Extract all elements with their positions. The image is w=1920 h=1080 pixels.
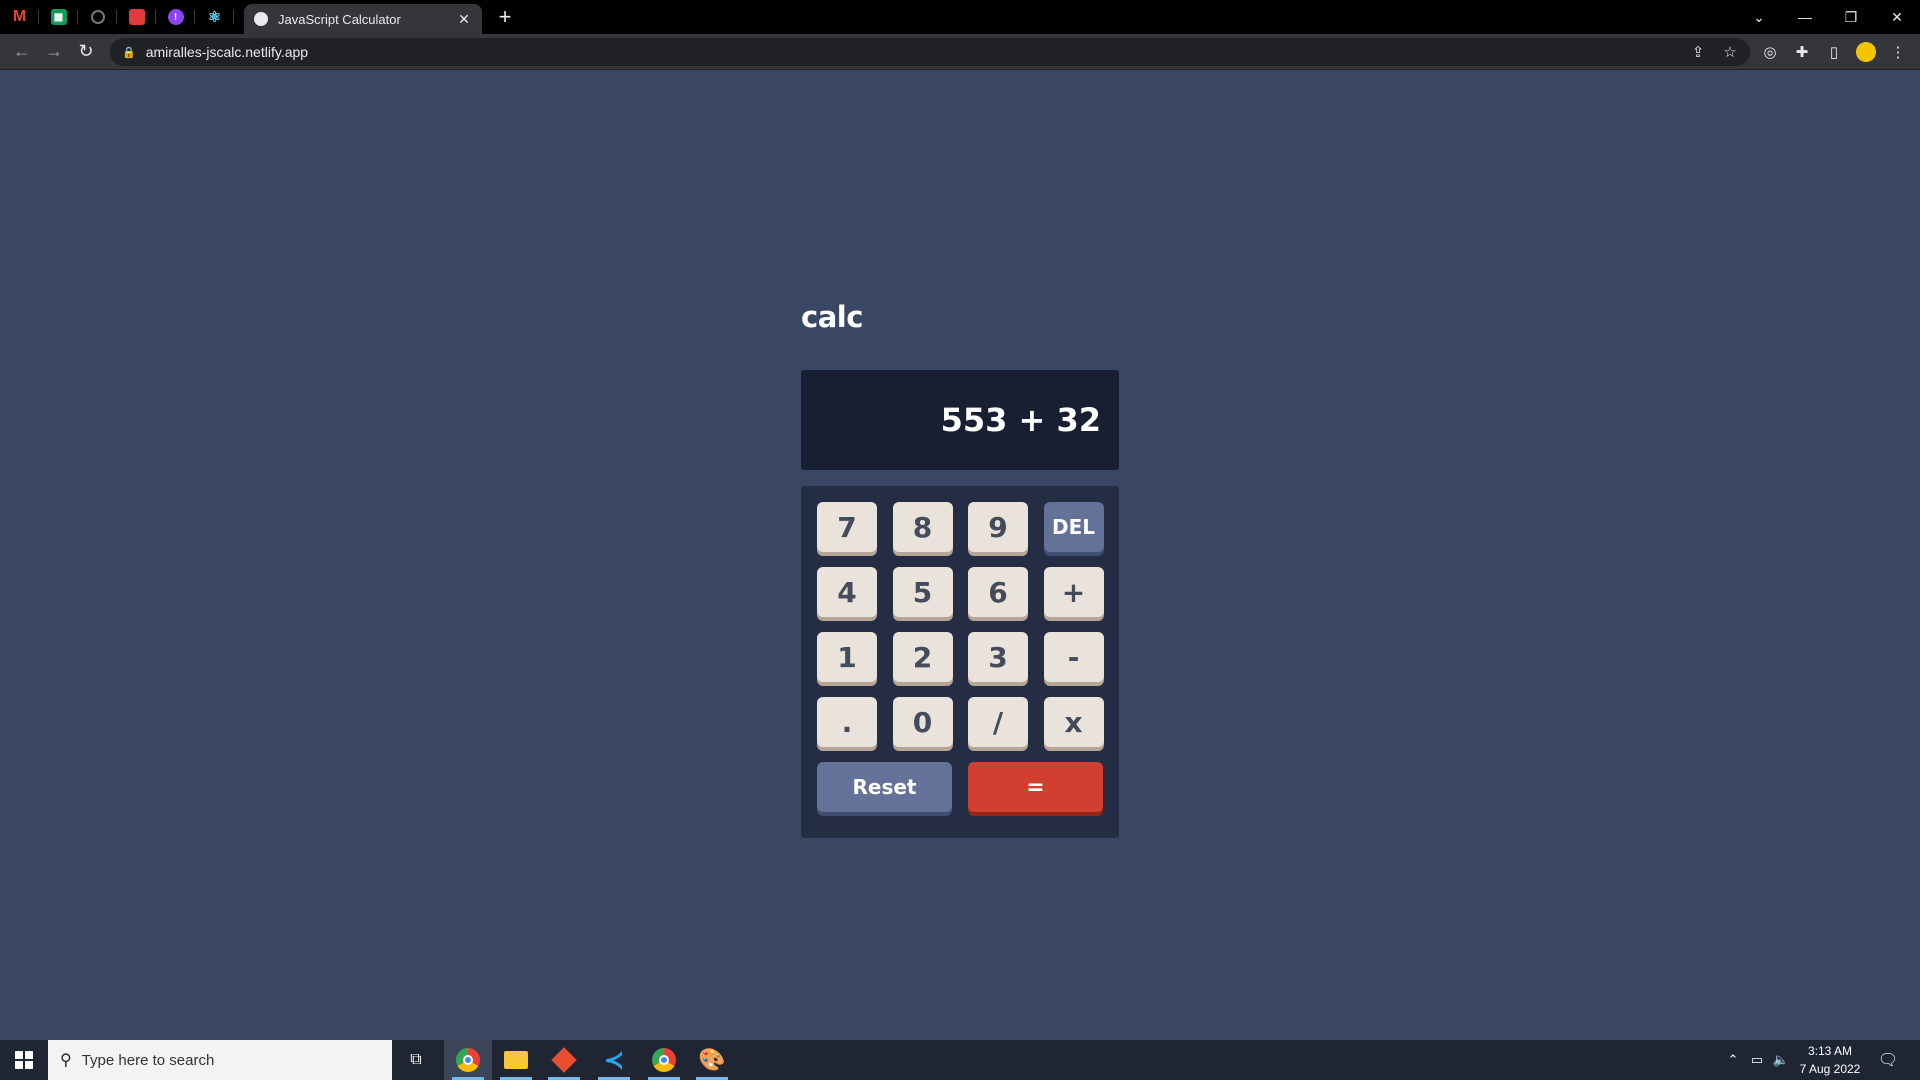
pinned-tab-github[interactable] (78, 0, 117, 34)
close-window-button[interactable]: ✕ (1874, 0, 1920, 34)
minimize-button[interactable]: — (1782, 0, 1828, 34)
key-2[interactable]: 2 (892, 632, 953, 682)
back-button[interactable]: ← (6, 36, 38, 68)
chrome-profile-icon (652, 1048, 676, 1072)
git-diamond-icon (551, 1047, 577, 1073)
vscode-icon: ≺ (603, 1046, 625, 1074)
restore-button[interactable]: ❐ (1828, 0, 1874, 34)
close-tab-icon[interactable]: ✕ (456, 11, 472, 27)
key-6[interactable]: 6 (968, 567, 1028, 617)
taskbar-clock[interactable]: 3:13 AM 7 Aug 2022 (1792, 1042, 1868, 1078)
notifications-icon[interactable]: 🗨 (1874, 1040, 1902, 1080)
globe-icon (254, 12, 268, 26)
taskbar-search-box[interactable]: ⚲ Type here to search (48, 1040, 392, 1080)
sheets-icon: ▦ (50, 9, 67, 25)
key-decimal[interactable]: . (817, 697, 877, 747)
equals-button[interactable]: = (968, 762, 1103, 812)
windows-logo-icon (15, 1051, 33, 1069)
taskbar-vscode[interactable]: ≺ (590, 1040, 638, 1080)
tab-search-chevron-icon[interactable]: ⌄ (1736, 0, 1782, 34)
taskbar-git-app[interactable] (540, 1040, 588, 1080)
windows-taskbar: ⚲ Type here to search ⧉ ≺ 🎨 (0, 1040, 1920, 1080)
key-8[interactable]: 8 (892, 502, 953, 552)
browser-tab-bar: M ▦ ! ⚛ JavaScript Calculator ✕ + ⌄ — ❐ … (0, 0, 1920, 34)
url-text: amiralles-jscalc.netlify.app (145, 44, 309, 60)
folder-icon (504, 1051, 528, 1069)
pinned-app-icon (128, 9, 145, 25)
forward-button[interactable]: → (38, 36, 70, 68)
browser-toolbar: ← → ↻ 🔒 amiralles-jscalc.netlify.app (0, 34, 1920, 70)
clock-time: 3:13 AM (1807, 1044, 1853, 1058)
pinned-tab-gmail[interactable]: M (0, 0, 39, 34)
volume-icon[interactable]: 🔈 (1770, 1040, 1792, 1080)
show-hidden-icons-chevron[interactable]: ⌃ (1722, 1040, 1744, 1080)
github-icon (90, 10, 105, 24)
calculator-keypad: Reset = 7 8 9 DEL 4 5 6 +1 2 3-. 0 / x (801, 486, 1119, 838)
pinned-tab-sheets[interactable]: ▦ (39, 0, 78, 34)
share-icon[interactable]: ⇪ (1684, 34, 1712, 70)
chrome-icon (456, 1048, 480, 1072)
key-9[interactable]: 9 (968, 502, 1028, 552)
paint-palette-icon: 🎨 (698, 1047, 726, 1072)
key-4[interactable]: 4 (817, 567, 877, 617)
key-1[interactable]: 1 (817, 632, 877, 682)
address-bar[interactable]: 🔒 amiralles-jscalc.netlify.app (110, 38, 1750, 66)
taskbar-file-explorer[interactable] (492, 1040, 540, 1080)
key-minus[interactable]: - (1043, 632, 1104, 682)
key-delete[interactable]: DEL (1043, 502, 1104, 552)
bookmark-star-icon[interactable]: ☆ (1716, 34, 1744, 70)
react-icon: ⚛ (207, 9, 222, 26)
pinned-purple-icon: ! (167, 9, 184, 25)
calculator-display: 553 + 32 (801, 370, 1119, 470)
taskbar-chrome-profile[interactable] (640, 1040, 688, 1080)
key-3[interactable]: 3 (968, 632, 1028, 682)
side-panel-icon[interactable]: ▯ (1820, 34, 1848, 70)
search-icon: ⚲ (60, 1052, 72, 1069)
tab-title: JavaScript Calculator (278, 11, 401, 27)
browser-menu-icon[interactable]: ⋮ (1884, 34, 1912, 70)
key-multiply[interactable]: x (1043, 697, 1104, 747)
task-view-button[interactable]: ⧉ (392, 1040, 440, 1080)
new-tab-button[interactable]: + (494, 6, 516, 28)
extension-record-icon[interactable]: ◎ (1756, 34, 1784, 70)
key-7[interactable]: 7 (817, 502, 877, 552)
network-icon[interactable]: ▭ (1746, 1040, 1768, 1080)
reload-button[interactable]: ↻ (70, 36, 102, 68)
search-placeholder: Type here to search (81, 1051, 215, 1069)
calculator-title: calc (801, 300, 863, 334)
profile-avatar[interactable] (1852, 34, 1880, 70)
clock-date: 7 Aug 2022 (1799, 1062, 1861, 1076)
reset-button[interactable]: Reset (817, 762, 952, 812)
extensions-puzzle-icon[interactable]: ✚ (1788, 34, 1816, 70)
tab-javascript-calculator[interactable]: JavaScript Calculator ✕ (244, 4, 482, 34)
pinned-tab-react[interactable]: ⚛ (195, 0, 234, 34)
gmail-icon: M (12, 8, 27, 25)
taskbar-paint-app[interactable]: 🎨 (688, 1040, 736, 1080)
taskbar-chrome[interactable] (444, 1040, 492, 1080)
start-button[interactable] (0, 1040, 48, 1080)
key-5[interactable]: 5 (892, 567, 953, 617)
key-0[interactable]: 0 (892, 697, 953, 747)
pinned-tab-purple-app[interactable]: ! (156, 0, 195, 34)
pinned-tab-red-app[interactable] (117, 0, 156, 34)
key-plus[interactable]: + (1043, 567, 1104, 617)
key-divide[interactable]: / (968, 697, 1028, 747)
lock-icon: 🔒 (122, 46, 136, 59)
